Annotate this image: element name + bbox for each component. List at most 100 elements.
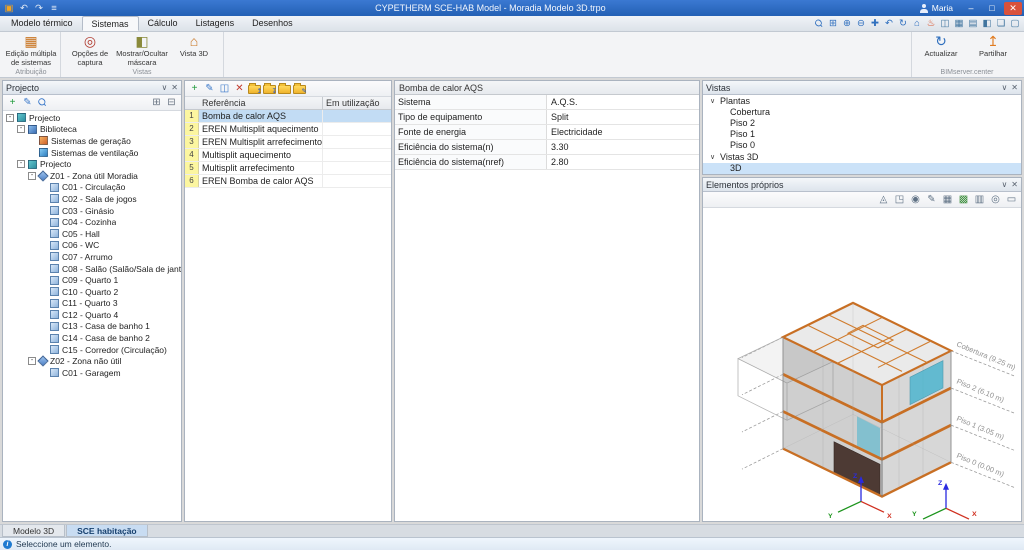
expander-icon[interactable]: - bbox=[17, 125, 25, 133]
eye-icon[interactable]: ◎ bbox=[989, 194, 1002, 205]
zoom-in-icon[interactable]: ⊕ bbox=[840, 18, 854, 29]
tree-item[interactable]: C08 - Salão (Salão/Sala de jantar) bbox=[3, 263, 181, 275]
tree-item[interactable]: -Projecto bbox=[3, 158, 181, 170]
columns-icon[interactable]: ▥ bbox=[973, 194, 986, 205]
edit-system-icon[interactable]: ✎ bbox=[203, 83, 216, 94]
zoom-out-icon[interactable]: ⊖ bbox=[854, 18, 868, 29]
tab-calculo[interactable]: Cálculo bbox=[139, 16, 187, 31]
tab-sistemas[interactable]: Sistemas bbox=[82, 16, 139, 31]
add-system-icon[interactable]: + bbox=[188, 83, 201, 94]
expand-all-icon[interactable]: ⊞ bbox=[150, 97, 163, 108]
tree-item[interactable]: C01 - Garagem bbox=[3, 367, 181, 379]
delete-system-icon[interactable]: ✕ bbox=[233, 83, 246, 94]
pan-icon[interactable]: ✚ bbox=[868, 18, 882, 29]
column-referencia[interactable]: Referência bbox=[185, 97, 323, 109]
view-item-cobertura[interactable]: Cobertura bbox=[703, 107, 1021, 118]
update-button[interactable]: ↻Actualizar bbox=[915, 33, 967, 67]
import-library-icon[interactable]: ↥ bbox=[248, 85, 261, 94]
edit-item-icon[interactable]: ✎ bbox=[21, 97, 34, 108]
system-row[interactable]: 2EREN Multisplit aquecimento bbox=[185, 123, 391, 136]
tree-item[interactable]: C05 - Hall bbox=[3, 228, 181, 240]
export-library-icon[interactable]: ↧ bbox=[263, 85, 276, 94]
home-view-icon[interactable]: ⌂ bbox=[910, 18, 924, 29]
view-item-piso-0[interactable]: Piso 0 bbox=[703, 140, 1021, 151]
close-button[interactable]: ✕ bbox=[1004, 2, 1022, 15]
close-icon[interactable]: ✕ bbox=[1011, 83, 1018, 92]
bottom-tab-sce-habitacao[interactable]: SCE habitação bbox=[66, 525, 148, 537]
system-row[interactable]: 1Bomba de calor AQS bbox=[185, 110, 391, 123]
visibility-icon[interactable]: ◉ bbox=[909, 194, 922, 205]
minimize-button[interactable]: – bbox=[962, 2, 980, 15]
layers-icon[interactable]: ▤ bbox=[966, 18, 980, 29]
tree-item[interactable]: C04 - Cozinha bbox=[3, 216, 181, 228]
tree-item[interactable]: C12 - Quarto 4 bbox=[3, 309, 181, 321]
close-icon[interactable]: ✕ bbox=[1011, 180, 1018, 189]
bottom-tab-modelo-3d[interactable]: Modelo 3D bbox=[2, 525, 65, 537]
fire-icon[interactable]: ♨ bbox=[924, 18, 938, 29]
tree-item[interactable]: C15 - Corredor (Circulação) bbox=[3, 344, 181, 356]
library-icon[interactable] bbox=[278, 85, 291, 94]
tree-item[interactable]: C02 - Sala de jogos bbox=[3, 193, 181, 205]
tab-listagens[interactable]: Listagens bbox=[187, 16, 244, 31]
redo-icon[interactable]: ↷ bbox=[32, 3, 46, 14]
grid-icon[interactable]: ▦ bbox=[952, 18, 966, 29]
tree-item[interactable]: C07 - Arrumo bbox=[3, 251, 181, 263]
edit-props-icon[interactable]: ✎ bbox=[925, 194, 938, 205]
column-em-utilizacao[interactable]: Em utilização bbox=[323, 97, 391, 109]
tab-modelo-termico[interactable]: Modelo térmico bbox=[2, 16, 82, 31]
person-detect-icon[interactable]: ◬ bbox=[877, 194, 890, 205]
expander-icon[interactable]: - bbox=[28, 172, 36, 180]
split-window-icon[interactable]: ◧ bbox=[980, 18, 994, 29]
add-item-icon[interactable]: + bbox=[6, 97, 19, 108]
expander-icon[interactable]: - bbox=[17, 160, 25, 168]
tree-item[interactable]: Sistemas de ventilação bbox=[3, 147, 181, 159]
system-row[interactable]: 3EREN Multisplit arrefecimento bbox=[185, 136, 391, 149]
tree-item[interactable]: C03 - Ginásio bbox=[3, 205, 181, 217]
objects-icon[interactable]: ◫ bbox=[938, 18, 952, 29]
tree-item[interactable]: C13 - Casa de banho 1 bbox=[3, 321, 181, 333]
view-item-3d[interactable]: 3D bbox=[703, 163, 1021, 174]
table-icon[interactable]: ▦ bbox=[941, 194, 954, 205]
building-model[interactable] bbox=[738, 303, 951, 497]
expander-icon[interactable]: - bbox=[28, 357, 36, 365]
view-item-piso-2[interactable]: Piso 2 bbox=[703, 118, 1021, 129]
tab-desenhos[interactable]: Desenhos bbox=[243, 16, 302, 31]
share-button[interactable]: ↥Partilhar bbox=[967, 33, 1019, 67]
tree-item[interactable]: C11 - Quarto 3 bbox=[3, 298, 181, 310]
check-table-icon[interactable]: ▩ bbox=[957, 194, 970, 205]
library-edit-icon[interactable]: ✎ bbox=[293, 85, 306, 94]
close-icon[interactable]: ✕ bbox=[171, 83, 178, 92]
chevron-down-icon[interactable]: ∨ bbox=[161, 83, 167, 92]
views-group-plantas[interactable]: ∨Plantas bbox=[703, 95, 1021, 107]
tree-item[interactable]: -Biblioteca bbox=[3, 124, 181, 136]
maximize-button[interactable]: □ bbox=[983, 2, 1001, 15]
new-window-icon[interactable]: ❏ bbox=[994, 18, 1008, 29]
views-group-vistas-3d[interactable]: ∨Vistas 3D bbox=[703, 151, 1021, 163]
app-logo-icon[interactable]: ▣ bbox=[2, 3, 16, 14]
system-row[interactable]: 5Multisplit arrefecimento bbox=[185, 162, 391, 175]
capture-options-button[interactable]: ◎Opções de captura bbox=[64, 33, 116, 67]
viewport-canvas[interactable]: Cobertura (9.25 m) Piso 2 (6.10 m) Piso … bbox=[703, 208, 1021, 521]
tree-item[interactable]: -Projecto bbox=[3, 112, 181, 124]
viewport-3d[interactable]: Cobertura (9.25 m) Piso 2 (6.10 m) Piso … bbox=[703, 208, 1021, 521]
search-icon[interactable]: Ϙ bbox=[34, 94, 51, 111]
previous-view-icon[interactable]: ↶ bbox=[882, 18, 896, 29]
redraw-icon[interactable]: ↻ bbox=[896, 18, 910, 29]
zoom-window-icon[interactable]: ⊞ bbox=[826, 18, 840, 29]
chevron-down-icon[interactable]: ∨ bbox=[1001, 180, 1007, 189]
tree-item[interactable]: C06 - WC bbox=[3, 240, 181, 252]
tree-item[interactable]: C09 - Quarto 1 bbox=[3, 274, 181, 286]
view-3d-button[interactable]: ⌂Vista 3D bbox=[168, 33, 220, 67]
tree-item[interactable]: C14 - Casa de banho 2 bbox=[3, 332, 181, 344]
tree-item[interactable]: -Z01 - Zona útil Moradia bbox=[3, 170, 181, 182]
copy-system-icon[interactable]: ◫ bbox=[218, 83, 231, 94]
expander-icon[interactable]: - bbox=[6, 114, 14, 122]
chevron-down-icon[interactable]: ∨ bbox=[1001, 83, 1007, 92]
system-row[interactable]: 4Multisplit aquecimento bbox=[185, 149, 391, 162]
screen-icon[interactable]: ▭ bbox=[1005, 194, 1018, 205]
collapse-all-icon[interactable]: ⊟ bbox=[165, 97, 178, 108]
tree-item[interactable]: Sistemas de geração bbox=[3, 135, 181, 147]
view-item-piso-1[interactable]: Piso 1 bbox=[703, 129, 1021, 140]
multi-edit-systems-button[interactable]: ▦Edição múltipla de sistemas bbox=[5, 33, 57, 67]
box-3d-icon[interactable]: ◳ bbox=[893, 194, 906, 205]
